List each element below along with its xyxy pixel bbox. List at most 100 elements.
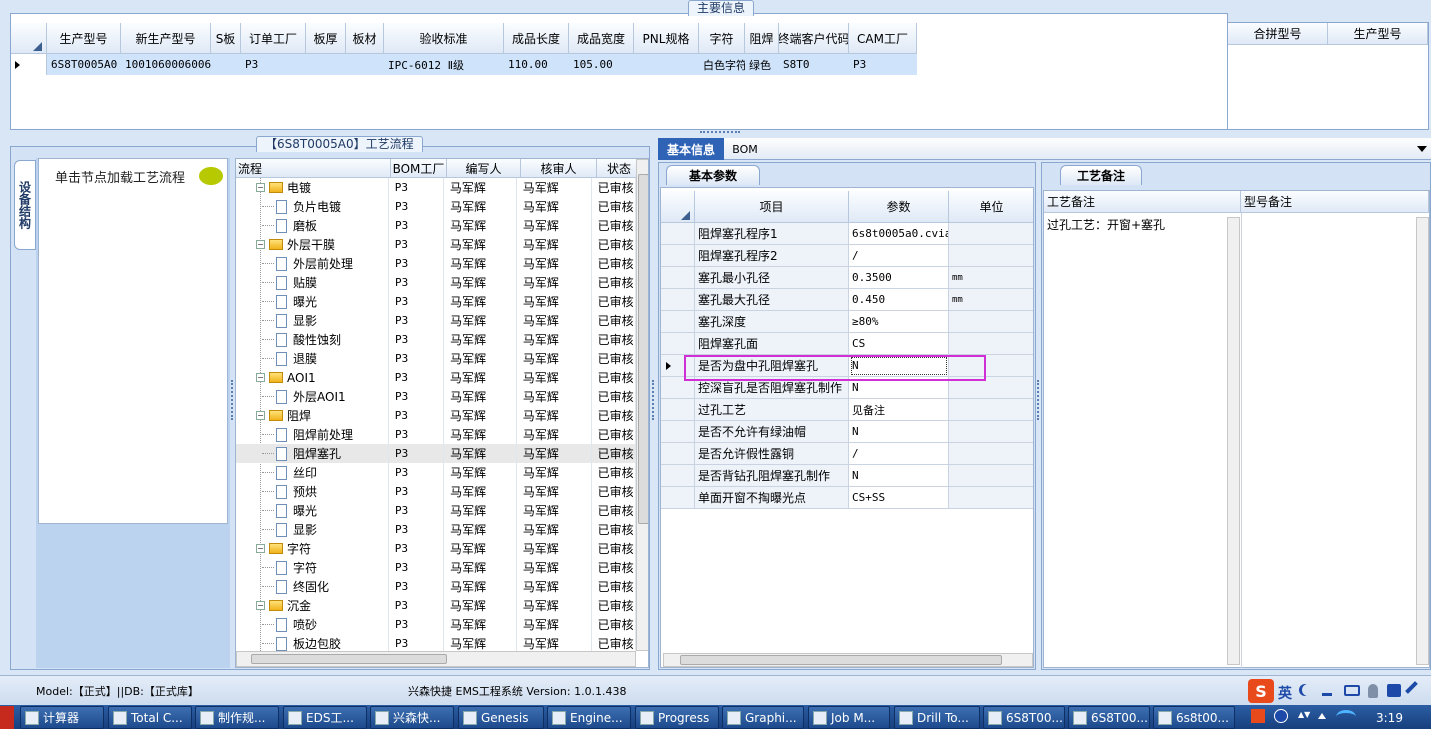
main-col-header[interactable]: 阻焊 [745, 23, 779, 54]
ime-tool-icon[interactable] [1405, 681, 1425, 701]
ime-lang[interactable]: 英 [1278, 683, 1292, 703]
param-value-cell[interactable]: 0.450 [849, 289, 949, 311]
main-info-cell[interactable]: 10010600060063 [121, 54, 211, 75]
side-tab-equipment[interactable]: 设备结构 [14, 160, 36, 250]
process-col-header[interactable]: 流程 [236, 159, 391, 178]
main-col-header[interactable]: 板材 [346, 23, 384, 54]
main-col-header[interactable]: PNL规格 [634, 23, 699, 54]
process-vscroll[interactable] [636, 159, 648, 651]
param-value-cell[interactable]: CS [849, 333, 949, 355]
tree-step-row[interactable]: 贴膜 P3 马军辉 马军辉 已审核 [236, 273, 636, 292]
subtab-basic-params[interactable]: 基本参数 [666, 165, 760, 185]
merge-col-header[interactable]: 合拼型号 [1228, 23, 1328, 45]
tree-step-row[interactable]: 终固化 P3 马军辉 马军辉 已审核 [236, 577, 636, 596]
param-value-cell[interactable]: 见备注 [849, 399, 949, 421]
row-indicator[interactable] [11, 54, 47, 75]
tab-bom[interactable]: BOM [730, 138, 760, 160]
taskbar-item[interactable]: 计算器 [20, 706, 104, 729]
main-info-cell[interactable] [634, 54, 699, 75]
param-value-cell[interactable]: / [849, 245, 949, 267]
tray-clock[interactable]: 3:19 [1376, 711, 1403, 725]
start-button[interactable] [0, 706, 14, 729]
params-row-indicator[interactable] [661, 223, 695, 245]
horizontal-splitter[interactable] [700, 131, 740, 134]
main-info-cell[interactable]: 白色字符 [699, 54, 745, 75]
main-col-header[interactable]: 板厚 [306, 23, 346, 54]
tree-group-row[interactable]: − 沉金 P3 马军辉 马军辉 已审核 [236, 596, 636, 615]
grid-corner[interactable] [11, 23, 47, 54]
tree-step-row[interactable]: 曝光 P3 马军辉 马军辉 已审核 [236, 501, 636, 520]
tree-step-row[interactable]: 字符 P3 马军辉 马军辉 已审核 [236, 558, 636, 577]
process-hscroll[interactable] [236, 651, 636, 667]
ime-moon-icon[interactable] [1302, 684, 1314, 696]
params-row-indicator[interactable] [661, 311, 695, 333]
tree-step-row[interactable]: 喷砂 P3 马军辉 马军辉 已审核 [236, 615, 636, 634]
main-info-cell[interactable] [346, 54, 384, 75]
taskbar-item[interactable]: EDS工... [283, 706, 367, 729]
main-info-cell[interactable]: 105.00 [569, 54, 634, 75]
tree-step-row[interactable]: 预烘 P3 马军辉 马军辉 已审核 [236, 482, 636, 501]
tree-group-row[interactable]: − 字符 P3 马军辉 马军辉 已审核 [236, 539, 636, 558]
tree-step-row[interactable]: 外层AOI1 P3 马军辉 马军辉 已审核 [236, 387, 636, 406]
taskbar-item[interactable]: 6s8t00... [1153, 706, 1235, 729]
taskbar-item[interactable]: 兴森快... [370, 706, 454, 729]
hscroll-thumb[interactable] [251, 654, 447, 664]
main-info-cell[interactable]: 110.00 [504, 54, 569, 75]
params-row-indicator[interactable] [661, 333, 695, 355]
taskbar-item[interactable]: 6S8T00... [1068, 706, 1150, 729]
main-info-cell[interactable]: S8T0 [779, 54, 849, 75]
collapse-icon[interactable]: − [256, 240, 265, 249]
taskbar-item[interactable]: Job M... [808, 706, 890, 729]
main-info-cell[interactable]: 绿色 [745, 54, 779, 75]
main-col-header[interactable]: 订单工厂 [241, 23, 306, 54]
ime-shirt-icon[interactable] [1387, 684, 1401, 697]
params-col-header[interactable]: 单位 [949, 191, 1033, 223]
notes-col-process[interactable]: 工艺备注 [1044, 191, 1241, 213]
taskbar-item[interactable]: Drill To... [894, 706, 980, 729]
collapse-icon[interactable]: − [256, 411, 265, 420]
process-col-header[interactable]: 编写人 [447, 159, 521, 178]
notes-vscroll-1[interactable] [1227, 217, 1240, 665]
ime-user-icon[interactable] [1368, 684, 1378, 698]
collapse-icon[interactable]: − [256, 601, 265, 610]
main-info-cell[interactable]: P3 [849, 54, 917, 75]
subtab-process-notes[interactable]: 工艺备注 [1060, 165, 1142, 185]
collapse-icon[interactable]: − [256, 544, 265, 553]
taskbar-item[interactable]: Total C... [108, 706, 192, 729]
tree-step-row[interactable]: 显影 P3 马军辉 马军辉 已审核 [236, 520, 636, 539]
tray-ime-icon[interactable] [1251, 709, 1265, 723]
main-col-header[interactable]: 新生产型号 [121, 23, 211, 54]
taskbar-item[interactable]: 制作规... [195, 706, 279, 729]
ime-punct-icon[interactable] [1322, 684, 1332, 696]
tree-step-row[interactable]: 负片电镀 P3 马军辉 马军辉 已审核 [236, 197, 636, 216]
main-col-header[interactable]: S板 [211, 23, 241, 54]
main-col-header[interactable]: 字符 [699, 23, 745, 54]
chat-bubble-icon[interactable] [199, 167, 223, 185]
process-col-header[interactable]: 核审人 [521, 159, 597, 178]
tree-step-row[interactable]: 显影 P3 马军辉 马军辉 已审核 [236, 311, 636, 330]
tree-step-row[interactable]: 阻焊塞孔 P3 马军辉 马军辉 已审核 [236, 444, 636, 463]
params-row-indicator[interactable] [661, 421, 695, 443]
main-info-cell[interactable]: P3 [241, 54, 306, 75]
tab-basic-info[interactable]: 基本信息 [658, 138, 724, 160]
params-row-indicator[interactable] [661, 399, 695, 421]
param-value-cell[interactable]: 0.3500 [849, 267, 949, 289]
tree-group-row[interactable]: − 电镀 P3 马军辉 马军辉 已审核 [236, 178, 636, 197]
taskbar-item[interactable]: Genesis [458, 706, 544, 729]
main-col-header[interactable]: 成品宽度 [569, 23, 634, 54]
tree-group-row[interactable]: − AOI1 P3 马军辉 马军辉 已审核 [236, 368, 636, 387]
taskbar-item[interactable]: Graphi... [722, 706, 804, 729]
main-info-cell[interactable]: IPC-6012 Ⅱ级 [384, 54, 504, 75]
params-grid-corner[interactable] [661, 191, 695, 223]
main-col-header[interactable]: CAM工厂 [849, 23, 917, 54]
splitter-right[interactable] [1037, 380, 1040, 420]
params-row-indicator[interactable] [661, 487, 695, 509]
main-col-header[interactable]: 验收标准 [384, 23, 504, 54]
taskbar-item[interactable]: Progress [635, 706, 719, 729]
param-value-cell[interactable]: N [849, 465, 949, 487]
tree-step-row[interactable]: 退膜 P3 马军辉 马军辉 已审核 [236, 349, 636, 368]
param-value-cell[interactable]: CS+SS [849, 487, 949, 509]
process-note-text[interactable]: 过孔工艺：开窗+塞孔 [1047, 216, 1165, 233]
params-row-indicator[interactable] [661, 245, 695, 267]
tree-step-row[interactable]: 磨板 P3 马军辉 马军辉 已审核 [236, 216, 636, 235]
